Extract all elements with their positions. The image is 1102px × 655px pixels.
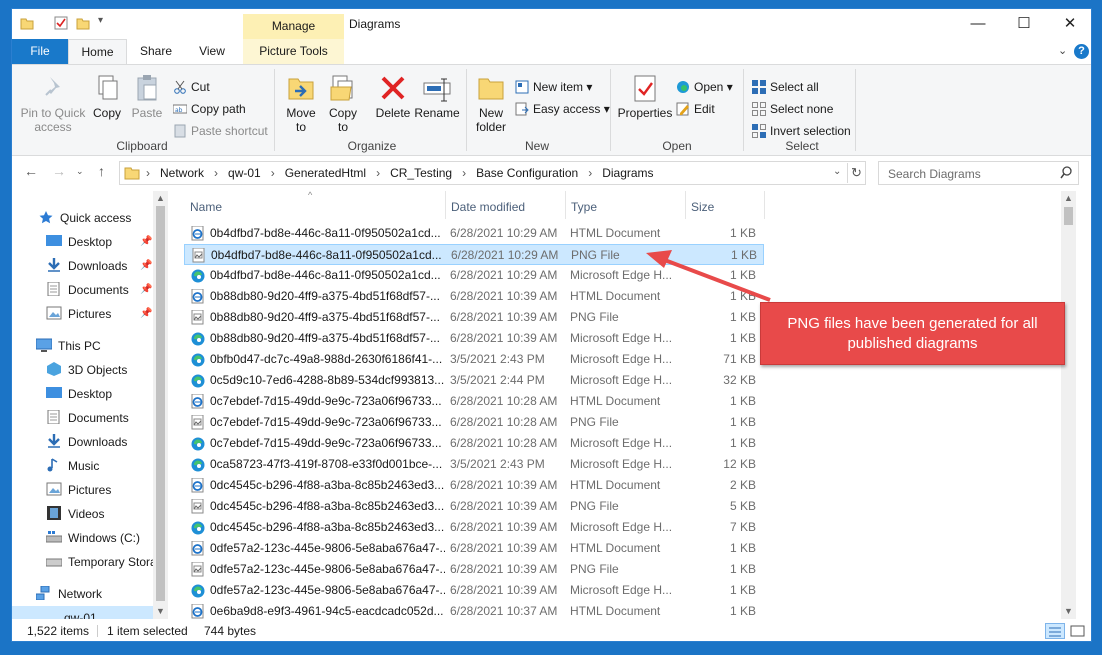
annotation-callout: PNG files have been generated for all pu… bbox=[760, 302, 1065, 365]
